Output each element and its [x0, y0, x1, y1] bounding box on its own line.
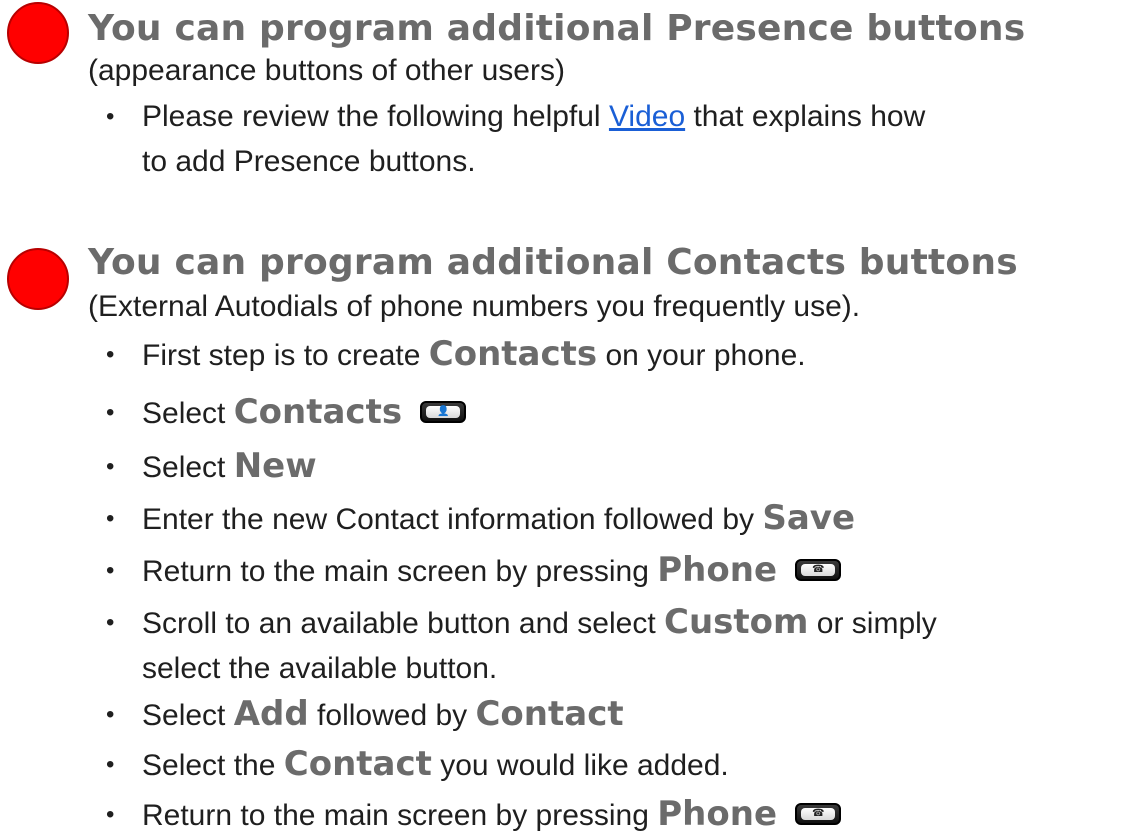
- bullet-icon: •: [106, 751, 115, 778]
- bullet-icon: •: [106, 103, 115, 130]
- keyword: Phone: [657, 794, 778, 834]
- bullet-text: or simply: [808, 607, 937, 640]
- contacts-subtext: (External Autodials of phone numbers you…: [88, 290, 861, 323]
- bullet-text: followed by: [308, 699, 476, 732]
- bullet-text: to add Presence buttons.: [142, 145, 476, 178]
- bullet-text: you would like added.: [431, 749, 729, 782]
- bullet-icon: •: [106, 609, 115, 636]
- keyword: Contact: [475, 694, 624, 734]
- red-dot-icon: [7, 248, 69, 310]
- bullet-icon: •: [106, 505, 115, 532]
- bullet-text: select the available button.: [142, 652, 498, 685]
- bullet-text: First step is to create: [142, 339, 429, 372]
- keyword: Contact: [283, 744, 432, 784]
- red-dot-icon: [7, 2, 69, 64]
- bullet-text: Please review the following helpful: [142, 100, 609, 133]
- bullet-icon: •: [106, 557, 115, 584]
- phone-key-icon: ☎: [795, 559, 842, 582]
- bullet-text: that explains how: [685, 100, 926, 133]
- bullet-text: Select: [142, 397, 234, 430]
- keyword: Save: [762, 498, 855, 538]
- bullet-text: Select the: [142, 749, 284, 782]
- bullet-text: Select: [142, 699, 234, 732]
- contacts-heading: You can program additional Contacts butt…: [88, 242, 1018, 283]
- bullet-text: Return to the main screen by pressing: [142, 555, 658, 588]
- keyword: Add: [233, 694, 309, 734]
- presence-heading: You can program additional Presence butt…: [88, 8, 1026, 49]
- contacts-key-icon: 👤: [420, 401, 467, 424]
- video-link[interactable]: Video: [609, 100, 685, 133]
- keyword: Contacts: [233, 392, 403, 432]
- contacts-key-glyph: 👤: [426, 406, 461, 419]
- phone-key-glyph: ☎: [801, 564, 836, 577]
- phone-key-icon: ☎: [795, 803, 842, 826]
- bullet-icon: •: [106, 701, 115, 728]
- presence-subtext: (appearance buttons of other users): [88, 54, 565, 87]
- bullet-icon: •: [106, 453, 115, 480]
- keyword: Phone: [657, 550, 778, 590]
- keyword: Contacts: [428, 334, 598, 374]
- bullet-icon: •: [106, 399, 115, 426]
- bullet-icon: •: [106, 801, 115, 828]
- bullet-text: Select: [142, 451, 234, 484]
- bullet-text: Scroll to an available button and select: [142, 607, 664, 640]
- keyword: New: [233, 446, 317, 486]
- keyword: Custom: [664, 602, 809, 642]
- phone-key-glyph: ☎: [801, 808, 836, 821]
- bullet-text: on your phone.: [597, 339, 806, 372]
- bullet-icon: •: [106, 341, 115, 368]
- bullet-text: Enter the new Contact information follow…: [142, 503, 763, 536]
- bullet-text: Return to the main screen by pressing: [142, 799, 658, 832]
